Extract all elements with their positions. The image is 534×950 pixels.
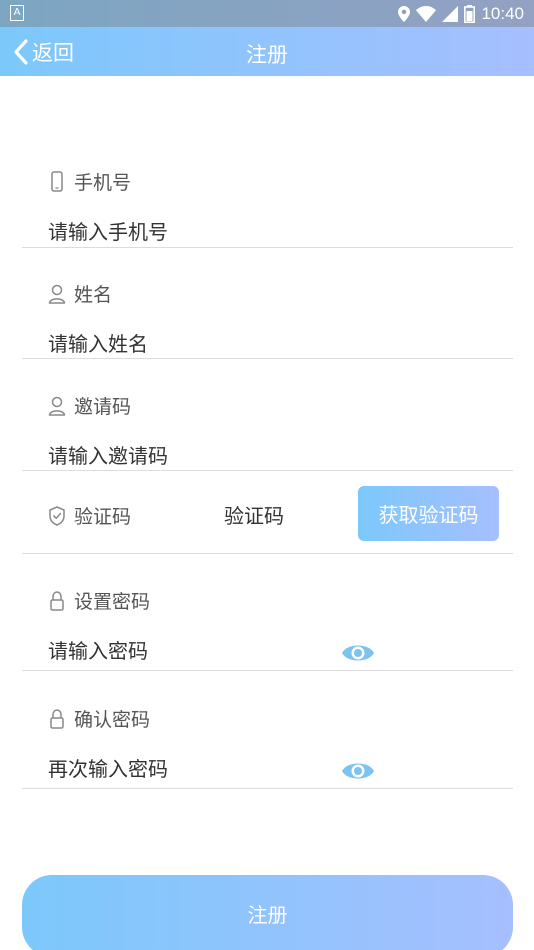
lock-icon (50, 590, 64, 611)
name-label-text: 姓名 (74, 284, 113, 306)
eye-icon[interactable] (341, 759, 375, 783)
register-submit-label: 注册 (247, 902, 288, 927)
confirm-label: 确认密码 (48, 705, 150, 732)
location-icon (398, 6, 411, 22)
signal-icon (442, 6, 459, 22)
password-row: 设置密码 (22, 569, 513, 671)
password-label: 设置密码 (48, 587, 150, 614)
page-title: 注册 (246, 43, 288, 67)
lock-icon (50, 708, 64, 729)
get-code-button[interactable]: 获取验证码 (358, 486, 499, 541)
password-label-text: 设置密码 (74, 591, 151, 613)
notification-a-icon: A (10, 5, 24, 21)
battery-icon (464, 5, 476, 23)
phone-icon (51, 170, 63, 192)
phone-row: 手机号 (22, 150, 513, 248)
password-input[interactable] (48, 635, 348, 667)
register-submit-button[interactable]: 注册 (22, 875, 513, 950)
confirm-row: 确认密码 (22, 687, 513, 789)
invite-label: 邀请码 (48, 392, 131, 419)
user-icon (48, 284, 66, 304)
invite-input[interactable] (48, 440, 348, 472)
nav-bar: 返回 注册 (0, 27, 534, 76)
header-gradient: A 10:40 返回 注册 (0, 0, 534, 76)
shield-check-icon (49, 505, 65, 526)
invite-label-text: 邀请码 (74, 396, 132, 418)
user-icon (48, 396, 66, 416)
code-label: 验证码 (48, 502, 131, 529)
eye-icon[interactable] (341, 641, 375, 665)
status-icons: 10:40 (398, 3, 524, 25)
name-label: 姓名 (48, 280, 112, 307)
code-label-text: 验证码 (74, 506, 132, 528)
name-row: 姓名 (22, 262, 513, 360)
name-input[interactable] (48, 328, 348, 360)
invite-row: 邀请码 (22, 374, 513, 472)
phone-input[interactable] (48, 216, 348, 248)
phone-label: 手机号 (48, 168, 131, 195)
status-bar: A 10:40 (0, 0, 534, 27)
confirm-password-input[interactable] (48, 753, 348, 785)
code-input[interactable] (224, 500, 344, 532)
confirm-label-text: 确认密码 (74, 709, 151, 731)
phone-label-text: 手机号 (74, 172, 132, 194)
status-time: 10:40 (481, 4, 524, 23)
wifi-icon (416, 6, 437, 22)
